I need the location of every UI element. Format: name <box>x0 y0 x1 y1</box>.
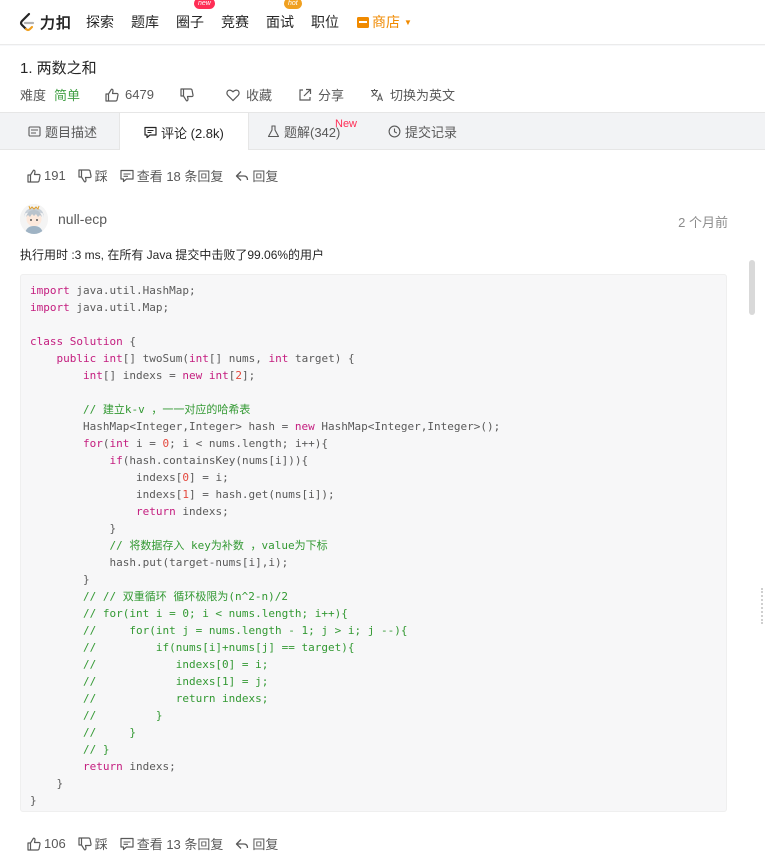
tab-description-label: 题目描述 <box>45 125 98 140</box>
top-navbar: 力扣 探索 题库 圈子 new 竞赛 面试 hot 职位 商店 ▼ <box>0 0 765 45</box>
comment-summary: 执行用时 :3 ms, 在所有 Java 提交中击败了99.06%的用户 <box>20 248 325 262</box>
prev-comment-actions: 191 踩 查看 18 条回复 回复 <box>27 166 290 185</box>
nav-interview-label: 面试 <box>266 14 295 30</box>
heart-icon <box>226 88 240 101</box>
nav-contest[interactable]: 竞赛 <box>221 12 249 32</box>
prev-view-replies-label: 查看 18 条回复 <box>136 169 224 184</box>
prev-dislike-button[interactable]: 踩 <box>78 166 108 185</box>
comment-time: 2 个月前 <box>678 215 728 230</box>
difficulty-value: 简单 <box>54 88 81 103</box>
shop-label: 商店 <box>372 14 401 30</box>
tab-solutions-label: 题解(342) <box>284 125 341 140</box>
scrollbar-thumb[interactable] <box>749 260 755 315</box>
thumbs-down-icon <box>78 836 92 850</box>
prev-reply-button[interactable]: 回复 <box>235 166 278 185</box>
prev-dislike-label: 踩 <box>94 169 108 184</box>
problem-meta: 难度 简单 6479 收藏 分享 切换为英文 <box>20 85 481 104</box>
nav-problems-label: 题库 <box>131 14 160 30</box>
document-icon <box>28 126 41 137</box>
code-content: import java.util.HashMap; import java.ut… <box>30 284 501 807</box>
comment-like-count: 106 <box>44 836 66 851</box>
dislike-button[interactable] <box>180 87 200 102</box>
comment-reply-button[interactable]: 回复 <box>235 834 278 853</box>
nav-jobs-label: 职位 <box>311 14 340 30</box>
comment-author: null-ecp <box>20 204 107 234</box>
code-block: import java.util.HashMap; import java.ut… <box>20 274 727 812</box>
nav-jobs[interactable]: 职位 <box>311 12 339 32</box>
flask-icon <box>267 125 280 138</box>
new-badge: new <box>194 0 215 9</box>
tab-comments[interactable]: 评论 (2.8k) <box>119 113 249 151</box>
reply-icon <box>236 838 249 849</box>
comment-icon <box>120 169 134 182</box>
caret-down-icon: ▼ <box>404 17 412 27</box>
comment-actions: 106 踩 查看 13 条回复 回复 <box>27 834 290 853</box>
translate-icon <box>370 88 384 101</box>
comment-reply-label: 回复 <box>252 837 279 852</box>
clock-icon <box>388 125 401 138</box>
hot-badge: hot <box>284 0 302 9</box>
nav-interview[interactable]: 面试 hot <box>266 0 302 32</box>
prev-like-count: 191 <box>44 168 66 183</box>
reply-icon <box>236 170 249 181</box>
nav-explore[interactable]: 探索 <box>86 12 114 32</box>
difficulty-label: 难度 <box>20 88 47 103</box>
prev-like-button[interactable]: 191 <box>27 168 66 183</box>
tab-submissions-label: 提交记录 <box>405 125 458 140</box>
tab-solutions[interactable]: 题解(342) <box>267 113 340 150</box>
comment-icon <box>120 837 134 850</box>
problem-tabs: 题目描述 评论 (2.8k) 题解(342) New 提交记录 <box>0 112 765 151</box>
share-label: 分享 <box>317 88 344 103</box>
leetcode-logo[interactable]: 力扣 <box>18 12 72 33</box>
switch-language-label: 切换为英文 <box>389 88 455 103</box>
author-name[interactable]: null-ecp <box>58 211 107 227</box>
nav-circle[interactable]: 圈子 new <box>176 0 215 32</box>
nav-contest-label: 竞赛 <box>221 14 250 30</box>
like-count: 6479 <box>125 87 154 102</box>
comment-dislike-button[interactable]: 踩 <box>78 834 108 853</box>
avatar[interactable] <box>20 204 48 234</box>
switch-language-button[interactable]: 切换为英文 <box>370 85 455 104</box>
favorite-label: 收藏 <box>245 88 272 103</box>
thumbs-down-icon <box>180 87 194 101</box>
nav-problems[interactable]: 题库 <box>131 12 159 32</box>
share-icon <box>299 88 312 101</box>
prev-reply-label: 回复 <box>252 169 279 184</box>
thumbs-up-icon <box>27 169 41 183</box>
tab-description[interactable]: 题目描述 <box>28 113 97 150</box>
comment-dislike-label: 踩 <box>94 837 108 852</box>
problem-title: 1. 两数之和 <box>20 60 97 77</box>
comments-panel: 191 踩 查看 18 条回复 回复 null-ecp 2 个月前 执行用时:… <box>0 150 765 865</box>
nav-shop[interactable]: 商店 ▼ <box>356 12 412 32</box>
comment-like-button[interactable]: 106 <box>27 836 66 851</box>
comment-view-replies-button[interactable]: 查看 13 条回复 <box>120 834 224 853</box>
panel-resize-handle[interactable] <box>761 588 764 624</box>
prev-view-replies-button[interactable]: 查看 18 条回复 <box>120 166 224 185</box>
thumbs-up-icon <box>105 88 119 102</box>
nav-circle-label: 圈子 <box>176 14 205 30</box>
problem-header: 1. 两数之和 难度 简单 6479 收藏 分享 切换为英文 <box>0 46 765 112</box>
thumbs-up-icon <box>27 837 41 851</box>
leetcode-logo-icon <box>19 12 35 32</box>
avatar-image <box>20 204 48 234</box>
shop-icon <box>357 16 370 28</box>
comment-view-replies-label: 查看 13 条回复 <box>136 837 224 852</box>
share-button[interactable]: 分享 <box>298 85 344 104</box>
new-badge: New <box>335 118 358 130</box>
favorite-button[interactable]: 收藏 <box>226 85 272 104</box>
logo-text: 力扣 <box>40 14 73 32</box>
tab-comments-label: 评论 (2.8k) <box>161 125 224 141</box>
comment-icon <box>144 126 157 138</box>
thumbs-down-icon <box>78 168 92 182</box>
nav-explore-label: 探索 <box>86 14 115 30</box>
tab-submissions[interactable]: 提交记录 <box>388 113 457 150</box>
like-button[interactable]: 6479 <box>105 87 154 102</box>
